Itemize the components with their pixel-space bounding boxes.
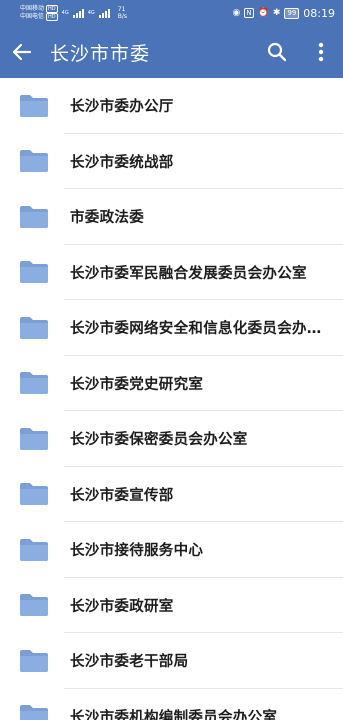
list-item[interactable]: 长沙市接待服务中心 xyxy=(0,522,343,578)
search-icon xyxy=(267,42,287,62)
list-item[interactable]: 长沙市委老干部局 xyxy=(0,633,343,689)
clock: 08:19 xyxy=(303,6,335,20)
list-item-label: 长沙市委办公厅 xyxy=(70,99,174,116)
more-vert-icon xyxy=(318,42,324,62)
hd-badge: HD xyxy=(46,13,58,21)
search-button[interactable] xyxy=(255,26,299,78)
carrier-name: 中国移动 xyxy=(20,5,45,12)
signal-icon xyxy=(98,8,110,18)
carrier-name: 中国电信 xyxy=(20,13,45,20)
list-item[interactable]: 长沙市委网络安全和信息化委员会办… xyxy=(0,300,343,356)
back-button[interactable] xyxy=(0,26,44,78)
list-item[interactable]: 长沙市委统战部 xyxy=(0,134,343,190)
battery-icon: 99 xyxy=(284,7,300,19)
list-item[interactable]: 长沙市委党史研究室 xyxy=(0,356,343,412)
alarm-icon: ⏰ xyxy=(257,8,269,18)
hd-badge: HD xyxy=(46,5,58,13)
app-bar: 长沙市市委 xyxy=(0,26,343,78)
carrier-row-2: 中国电信 HD xyxy=(20,13,58,21)
folder-icon xyxy=(0,316,64,340)
list-item-label: 长沙市委宣传部 xyxy=(70,487,174,504)
list-item[interactable]: 长沙市委政研室 xyxy=(0,578,343,634)
folder-icon xyxy=(0,205,64,229)
folder-icon xyxy=(0,593,64,617)
network-speed-value: 71 xyxy=(117,6,126,13)
list-item-label: 长沙市委网络安全和信息化委员会办… xyxy=(70,321,322,338)
folder-icon xyxy=(0,427,64,451)
list-item-label: 长沙市接待服务中心 xyxy=(70,543,204,560)
list-item-label: 长沙市委统战部 xyxy=(70,154,174,171)
list-item-label: 长沙市委保密委员会办公室 xyxy=(70,432,248,449)
list-item[interactable]: 长沙市委办公厅 xyxy=(0,78,343,134)
list-item-label: 市委政法委 xyxy=(70,210,144,227)
list-item-label: 长沙市委党史研究室 xyxy=(70,376,204,393)
folder-icon xyxy=(0,649,64,673)
list-item[interactable]: 长沙市委机构编制委员会办公室 xyxy=(0,689,343,720)
folder-list: 长沙市委办公厅 长沙市委统战部 市委政法委长沙市委军民融合发展委员会办公室 长沙市委网… xyxy=(0,78,343,720)
folder-icon xyxy=(0,94,64,118)
page-title: 长沙市市委 xyxy=(50,42,151,65)
folder-icon xyxy=(0,482,64,506)
list-item[interactable]: 长沙市委军民融合发展委员会办公室 xyxy=(0,245,343,301)
list-item-label: 长沙市委老干部局 xyxy=(70,654,189,671)
carrier-info: 中国移动 HD 中国电信 HD xyxy=(20,5,58,21)
list-item[interactable]: 长沙市委保密委员会办公室 xyxy=(0,411,343,467)
status-left: 中国移动 HD 中国电信 HD 4G 4G 71 B/s xyxy=(20,5,127,21)
folder-icon xyxy=(0,149,64,173)
network-speed-unit: B/s xyxy=(117,13,128,20)
list-item-label: 长沙市委机构编制委员会办公室 xyxy=(70,709,278,720)
signal-icon xyxy=(72,8,84,18)
folder-icon xyxy=(0,371,64,395)
eye-icon: ◉ xyxy=(232,8,241,18)
folder-icon xyxy=(0,260,64,284)
list-item-label: 长沙市委政研室 xyxy=(70,598,174,615)
network-type: 4G xyxy=(87,10,95,16)
list-item-label: 长沙市委军民融合发展委员会办公室 xyxy=(70,265,307,282)
status-bar: 中国移动 HD 中国电信 HD 4G 4G 71 B/s ◉ N ⏰ ✱ 99 … xyxy=(0,0,343,26)
bluetooth-icon: ✱ xyxy=(272,8,281,18)
folder-icon xyxy=(0,704,64,720)
network-type: 4G xyxy=(61,10,69,16)
more-options-button[interactable] xyxy=(299,26,343,78)
list-item[interactable]: 市委政法委 xyxy=(0,189,343,245)
nfc-icon: N xyxy=(244,8,254,18)
network-speed: 71 B/s xyxy=(118,6,127,20)
carrier-row-1: 中国移动 HD xyxy=(20,5,58,13)
status-right: ◉ N ⏰ ✱ 99 08:19 xyxy=(233,7,336,20)
arrow-left-icon xyxy=(12,43,32,61)
list-item[interactable]: 长沙市委宣传部 xyxy=(0,467,343,523)
folder-icon xyxy=(0,538,64,562)
